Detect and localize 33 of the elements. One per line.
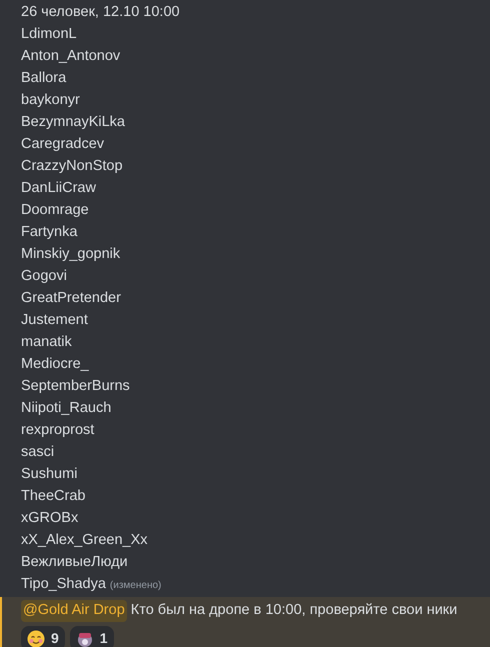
message-line: Anton_Antonov — [21, 47, 120, 66]
message-text: Кто был на дропе в 10:00, проверяйте свои ники — [130, 601, 458, 620]
message-line: Tipo_Shadya — [21, 575, 106, 594]
edited-label: (изменено) — [110, 579, 162, 593]
message-line: TheeCrab — [21, 487, 86, 506]
message-line: Justement — [21, 311, 88, 330]
message-line: Fartynka — [21, 223, 78, 242]
message-line: manatik — [21, 333, 72, 352]
reaction-button[interactable]: 1 — [70, 626, 114, 647]
message-line: Sushumi — [21, 465, 78, 484]
message-line: DanLiiCraw — [21, 179, 96, 198]
mention-link[interactable]: @Gold Air Drop — [21, 600, 127, 622]
message-line: xX_Alex_Green_Xx — [21, 531, 148, 550]
message-line: CrazzyNonStop — [21, 157, 123, 176]
message-line: baykonyr — [21, 91, 80, 110]
message-line: Doomrage — [21, 201, 89, 220]
message-line: Niipoti_Rauch — [21, 399, 112, 418]
message-line: 26 человек, 12.10 10:00 — [21, 4, 180, 20]
message-line: Mediocre_ — [21, 355, 89, 374]
message-line: Ballora — [21, 69, 66, 88]
smiling-face-icon — [27, 630, 45, 647]
message-line: Caregradcev — [21, 135, 104, 154]
message-line: Gogovi — [21, 267, 67, 286]
message-line: sasci — [21, 443, 54, 462]
message-line: xGROBx — [21, 509, 78, 528]
message-line: rexproprost — [21, 421, 94, 440]
message-line: GreatPretender — [21, 289, 121, 308]
message-line: LdimonL — [21, 25, 77, 44]
message-line: BezymnayKiLka — [21, 113, 125, 132]
message-line: SeptemberBurns — [21, 377, 130, 396]
reaction-button[interactable]: 9 — [21, 626, 65, 647]
message-line: ВежливыеЛюди — [21, 553, 128, 572]
message-line: Minskiy_gopnik — [21, 245, 120, 264]
